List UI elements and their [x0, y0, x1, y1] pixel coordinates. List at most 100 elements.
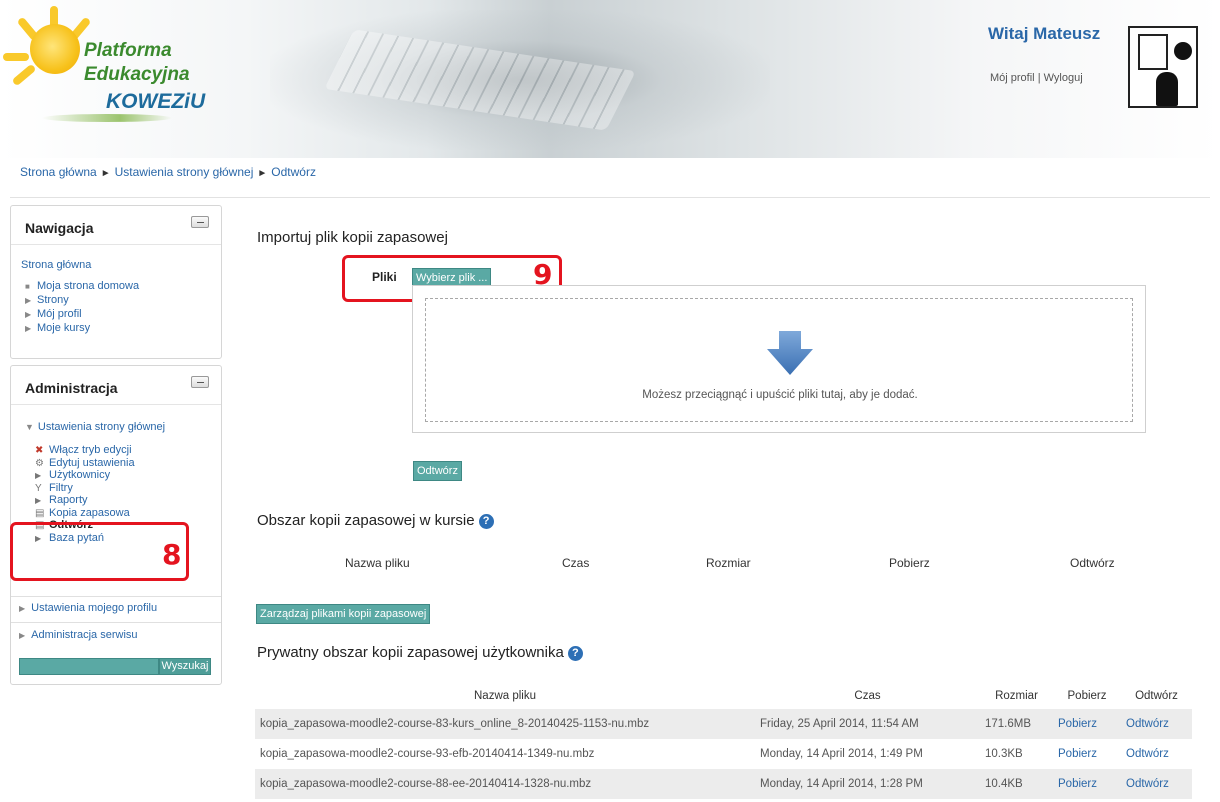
- user-links: Mój profil | Wyloguj: [990, 72, 1083, 84]
- admin-section-label: Ustawienia strony głównej: [37, 421, 166, 433]
- logo-text-line2: Edukacyjna: [84, 64, 190, 85]
- logo-text-line1: Platforma: [84, 40, 172, 61]
- admin-item-label: Filtry: [49, 481, 73, 494]
- admin-site-administration[interactable]: ▶ Administracja serwisu: [19, 629, 138, 641]
- course-backup-area-heading: Obszar kopii zapasowej w kursie?: [257, 512, 494, 529]
- private-backup-table: Nazwa pliku Czas Rozmiar Pobierz Odtwórz…: [255, 683, 1192, 799]
- restore-link[interactable]: Odtwórz: [1126, 778, 1169, 790]
- site-logo[interactable]: Platforma Edukacyjna KOWEZiU: [3, 6, 232, 124]
- admin-item-edit-settings[interactable]: ⚙ Edytuj ustawienia: [35, 457, 135, 470]
- sun-ray-icon: [11, 63, 37, 87]
- administration-title: Administracja: [25, 380, 118, 396]
- manage-backup-files-button[interactable]: Zarządzaj plikami kopii zapasowej: [256, 604, 431, 624]
- breadcrumb: Strona główna ► Ustawienia strony głównej ►…: [20, 165, 316, 179]
- admin-sub-label: Administracja serwisu: [31, 629, 138, 641]
- file-dropzone[interactable]: Możesz przeciągnąć i upuścić pliki tutaj…: [412, 285, 1146, 433]
- admin-search-button[interactable]: Wyszukaj: [159, 658, 211, 675]
- admin-item-label: Użytkownicy: [49, 469, 111, 481]
- help-icon[interactable]: ?: [567, 645, 583, 661]
- time-cell: Monday, 14 April 2014, 1:28 PM: [755, 769, 980, 799]
- admin-item-label: Włącz tryb edycji: [49, 444, 132, 456]
- admin-search-input[interactable]: [19, 658, 159, 675]
- table-header-row: Nazwa pliku Czas Rozmiar Pobierz Odtwórz: [255, 683, 1192, 709]
- restore-cell: Odtwórz: [1121, 739, 1192, 769]
- profile-link[interactable]: Mój profil: [990, 72, 1035, 84]
- admin-item-label: Edytuj ustawienia: [49, 456, 135, 469]
- admin-item-reports[interactable]: ▶ Raporty: [35, 494, 135, 507]
- expand-arrow-icon: ▶: [19, 631, 26, 640]
- private-backup-area-title: Prywatny obszar kopii zapasowej użytkown…: [257, 644, 564, 661]
- column-header-download: Pobierz: [889, 556, 930, 570]
- collapse-icon[interactable]: [191, 376, 209, 388]
- nav-item-label: Strony: [37, 294, 69, 306]
- column-header-time: Czas: [562, 556, 590, 570]
- private-backup-area-heading: Prywatny obszar kopii zapasowej użytkown…: [257, 644, 583, 661]
- column-header-download: Pobierz: [1067, 690, 1107, 702]
- column-header-size: Rozmiar: [706, 556, 751, 570]
- admin-item-users[interactable]: ▶ Użytkownicy: [35, 469, 135, 482]
- tools-icon: ✖: [35, 445, 44, 456]
- nav-item-label: Mój profil: [37, 308, 82, 320]
- breadcrumb-separator: ►: [257, 168, 268, 179]
- nav-item-dashboard[interactable]: ■ Moja strona domowa: [25, 279, 139, 293]
- dropzone-dashed-area: Możesz przeciągnąć i upuścić pliki tutaj…: [425, 298, 1133, 422]
- column-header-size: Rozmiar: [995, 690, 1038, 702]
- admin-item-filters[interactable]: Y Filtry: [35, 482, 135, 495]
- column-header-restore: Odtwórz: [1135, 690, 1178, 702]
- expand-arrow-icon: ▶: [25, 324, 32, 333]
- callout-number-8: 8: [162, 538, 182, 571]
- nav-item-label: Moje kursy: [37, 322, 91, 334]
- bullet-icon: ■: [25, 282, 30, 291]
- download-link[interactable]: Pobierz: [1058, 718, 1097, 730]
- nav-item-profile[interactable]: ▶ Mój profil: [25, 307, 139, 321]
- admin-item-edit-mode[interactable]: ✖ Włącz tryb edycji: [35, 444, 135, 457]
- avatar[interactable]: [1128, 26, 1198, 108]
- column-header-time: Czas: [854, 690, 881, 702]
- divider: [11, 244, 221, 245]
- divider: [11, 404, 221, 405]
- nav-home-link[interactable]: Strona główna: [21, 259, 91, 271]
- import-backup-heading: Importuj plik kopii zapasowej: [257, 229, 448, 246]
- logo-text-line3: KOWEZiU: [106, 90, 206, 113]
- expand-arrow-icon: ▶: [19, 604, 26, 613]
- download-cell: Pobierz: [1053, 739, 1121, 769]
- collapse-icon[interactable]: [191, 216, 209, 228]
- admin-frontpage-settings[interactable]: ▼ Ustawienia strony głównej: [25, 421, 165, 433]
- admin-sub-label: Ustawienia mojego profilu: [31, 602, 158, 614]
- file-name-cell: kopia_zapasowa-moodle2-course-88-ee-2014…: [255, 769, 755, 799]
- logo-swoosh: [42, 114, 172, 122]
- breadcrumb-home[interactable]: Strona główna: [20, 165, 97, 179]
- nav-item-pages[interactable]: ▶ Strony: [25, 293, 139, 307]
- restore-link[interactable]: Odtwórz: [1126, 718, 1169, 730]
- expand-arrow-icon: ▶: [25, 310, 32, 319]
- dropzone-hint: Możesz przeciągnąć i upuścić pliki tutaj…: [642, 389, 918, 401]
- navigation-title: Nawigacja: [25, 220, 94, 236]
- restore-link[interactable]: Odtwórz: [1126, 748, 1169, 760]
- nav-item-my-courses[interactable]: ▶ Moje kursy: [25, 321, 139, 335]
- breadcrumb-frontpage-settings[interactable]: Ustawienia strony głównej: [115, 165, 254, 179]
- size-cell: 171.6MB: [980, 709, 1053, 739]
- table-row: kopia_zapasowa-moodle2-course-83-kurs_on…: [255, 709, 1192, 739]
- restore-button[interactable]: Odtwórz: [413, 461, 462, 481]
- avatar-cat-shape: [1156, 72, 1178, 106]
- table-row: kopia_zapasowa-moodle2-course-88-ee-2014…: [255, 769, 1192, 799]
- time-cell: Monday, 14 April 2014, 1:49 PM: [760, 748, 923, 760]
- course-backup-area-title: Obszar kopii zapasowej w kursie: [257, 512, 475, 529]
- sun-icon: [30, 24, 80, 74]
- admin-item-backup[interactable]: ▤ Kopia zapasowa: [35, 507, 135, 520]
- help-icon[interactable]: ?: [478, 513, 494, 529]
- breadcrumb-restore[interactable]: Odtwórz: [271, 165, 316, 179]
- download-arrow-icon: [767, 331, 813, 375]
- size-cell: 10.4KB: [980, 769, 1053, 799]
- download-link[interactable]: Pobierz: [1058, 748, 1097, 760]
- download-link[interactable]: Pobierz: [1058, 778, 1097, 790]
- collapse-arrow-icon: ▼: [25, 422, 34, 432]
- download-cell: Pobierz: [1053, 769, 1121, 799]
- admin-profile-settings[interactable]: ▶ Ustawienia mojego profilu: [19, 602, 157, 614]
- admin-item-label: Raporty: [49, 494, 88, 506]
- file-name-cell: kopia_zapasowa-moodle2-course-83-kurs_on…: [255, 709, 755, 739]
- logout-link[interactable]: Wyloguj: [1044, 72, 1083, 84]
- breadcrumb-separator: ►: [100, 168, 111, 179]
- file-name-cell: kopia_zapasowa-moodle2-course-93-efb-201…: [260, 748, 595, 760]
- navigation-block: Nawigacja Strona główna ■ Moja strona dom…: [10, 205, 222, 359]
